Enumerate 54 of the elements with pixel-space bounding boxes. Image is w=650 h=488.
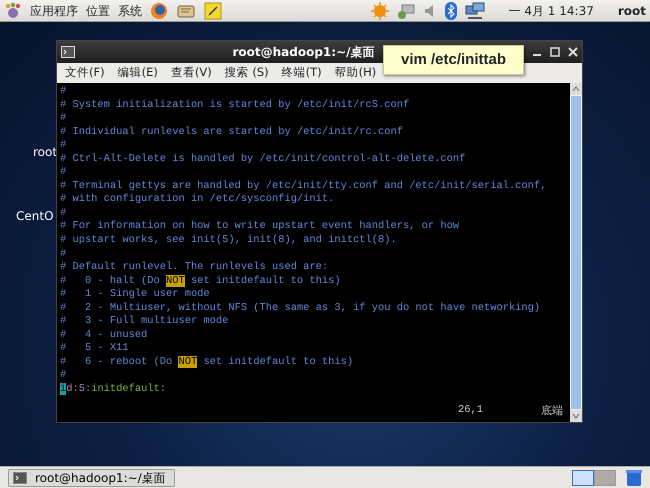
- desktop-icon-label[interactable]: CentO: [16, 207, 54, 225]
- terminal-line: # with configuration in /etc/sysconfig/init.: [60, 193, 336, 207]
- workspace-switcher-icon[interactable]: [572, 470, 616, 486]
- maximize-icon[interactable]: [550, 47, 560, 57]
- cursor-position: 26,1: [458, 404, 483, 418]
- terminal-line: # 5 - X11: [60, 342, 130, 356]
- terminal-line: # Individual runlevels are started by /etc/init/rc.conf: [60, 126, 404, 140]
- terminal-line: # 4 - unused: [60, 328, 148, 342]
- terminal-line: #: [60, 166, 68, 180]
- terminal-line: # 1 - Single user mode: [60, 288, 211, 302]
- menu-item[interactable]: 查看(V): [170, 64, 212, 82]
- terminal-line: id:5:initdefault:: [60, 383, 168, 397]
- terminal-line: #: [60, 139, 68, 153]
- panel-menu[interactable]: 系统: [118, 2, 142, 20]
- terminal-line: # System initialization is started by /etc/init/rcS.conf: [60, 98, 410, 112]
- terminal-line: # upstart works, see init(5), init(8), and initctl(8).: [60, 234, 398, 248]
- terminal-line: # Default runlevel. The runlevels used are:: [60, 261, 330, 275]
- desktop-icon-label[interactable]: root: [33, 143, 58, 161]
- window-title: root@hadoop1:~/桌面: [232, 45, 375, 59]
- terminal-line: #: [60, 112, 68, 126]
- panel-menu[interactable]: 应用程序: [30, 2, 78, 20]
- menu-item[interactable]: 搜索 (S): [224, 64, 269, 82]
- terminal-line: # 2 - Multiuser, without NFS (The same as 3, if you do not have networking): [60, 302, 542, 316]
- menu-item[interactable]: 文件(F): [65, 64, 105, 82]
- panel-clock[interactable]: 一 4月 1 14:37: [508, 2, 594, 20]
- terminal-icon: [13, 472, 27, 484]
- panel-user[interactable]: root: [618, 2, 646, 20]
- terminal-icon[interactable]: [61, 46, 75, 58]
- menu-item[interactable]: 终端(T): [282, 64, 322, 82]
- notepad-icon[interactable]: [176, 2, 196, 18]
- terminal-line: # For information on how to write upstart event handlers, or how: [60, 220, 460, 234]
- network-icon[interactable]: [396, 2, 415, 20]
- close-icon[interactable]: [568, 47, 578, 57]
- panel-menu[interactable]: 位置: [86, 2, 110, 20]
- terminal-line: #: [60, 248, 68, 262]
- pencil-note-icon[interactable]: [204, 2, 222, 20]
- terminal-line: # 3 - Full multiuser mode: [60, 315, 230, 329]
- terminal-line: # 0 - halt (Do NOT set initdefault to this): [60, 274, 342, 288]
- foot-logo-icon[interactable]: [4, 2, 22, 20]
- terminal-line: # Terminal gettys are handled by /etc/init/tty.conf and /etc/init/serial.conf,: [60, 180, 548, 194]
- tooltip: vim /etc/inittab: [383, 45, 524, 75]
- bluetooth-icon[interactable]: [444, 2, 457, 20]
- terminal-line: #: [60, 369, 68, 384]
- computers-icon[interactable]: [464, 2, 485, 20]
- taskbar-button[interactable]: root@hadoop1:~/桌面: [8, 468, 175, 486]
- scrollbar[interactable]: [570, 83, 582, 422]
- trash-icon[interactable]: [626, 468, 642, 486]
- terminal-line: #: [60, 85, 68, 99]
- menu-item[interactable]: 帮助(H): [334, 64, 376, 82]
- terminal-line: #: [60, 206, 68, 220]
- scroll-position: 底端: [540, 404, 563, 418]
- terminal-line: # Ctrl-Alt-Delete is handled by /etc/init/control-alt-delete.conf: [60, 152, 466, 166]
- terminal-line: # 6 - reboot (Do NOT set initdefault to this): [60, 356, 354, 370]
- menu-item[interactable]: 编辑(E): [118, 64, 158, 82]
